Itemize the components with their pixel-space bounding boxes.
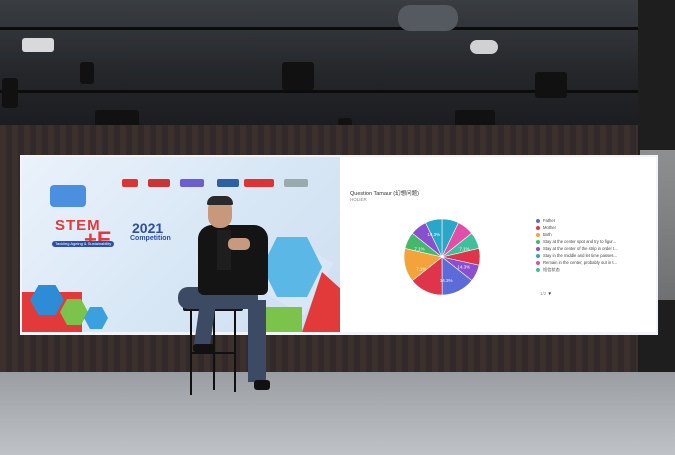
speaker-jacket <box>198 225 268 295</box>
stool-rung <box>190 352 236 354</box>
legend-item: Mother <box>536 224 654 231</box>
legend-label: Stay at the center spot and try to figur… <box>543 239 617 244</box>
pie-label: 7.1% <box>416 267 426 272</box>
poll-pie-chart: 7.1% 14.3% 14.3% 7.1% 7.1% 14.3% <box>403 218 481 296</box>
tagline-badge: Tackling Ageing & Sustainability <box>52 241 115 247</box>
sponsor-logo <box>217 179 239 187</box>
legend-label: Father <box>543 218 556 223</box>
speaker-leg <box>248 300 266 382</box>
ceiling-light <box>22 38 54 52</box>
legend-item: Stay at the center of the strip in order… <box>536 245 654 252</box>
poll-legend: Father Mother Both Stay at the center spot … <box>536 217 654 273</box>
sponsor-logo <box>180 179 204 187</box>
speaker-shirt <box>217 230 231 270</box>
speaker-shoe <box>193 344 215 352</box>
plus-e-logo: +E <box>84 227 112 252</box>
legend-swatch <box>536 239 540 244</box>
legend-item: Stay at the center spot and try to figur… <box>536 238 654 245</box>
poll-question: Question Tamaur (幻想问题) <box>350 191 419 197</box>
legend-label: Stay in the middle and let time passes..… <box>543 253 618 258</box>
legend-label: Mother <box>543 225 557 230</box>
hexagon-decor <box>84 307 108 329</box>
sponsor-logo <box>122 179 138 187</box>
ceiling-vent <box>398 5 458 31</box>
pie-label: 14.3% <box>427 232 440 237</box>
ceiling-light <box>470 40 498 54</box>
speaker <box>2 78 18 108</box>
year-label: 2021 <box>132 220 164 236</box>
legend-item: Stay in the middle and let time passes..… <box>536 252 654 259</box>
robot-illustration <box>50 185 86 207</box>
legend-item: Father <box>536 217 654 224</box>
speaker-hair <box>207 196 233 205</box>
sponsor-logo <box>244 179 274 187</box>
legend-swatch <box>536 260 540 265</box>
pie-label: 14.3% <box>457 265 470 270</box>
legend-item: Both <box>536 231 654 238</box>
legend-label: Remain in the center, probably out in t.… <box>543 260 618 265</box>
legend-label: Stay at the center of the strip in order… <box>543 246 618 251</box>
legend-swatch <box>536 267 540 272</box>
poll-subtitle: HOLIER <box>350 197 367 202</box>
pie-label: 7.1% <box>414 246 424 251</box>
legend-swatch <box>536 246 540 251</box>
sponsor-logo <box>284 179 308 187</box>
spotlight <box>80 62 94 84</box>
ceiling-track <box>0 27 640 30</box>
legend-swatch <box>536 218 540 223</box>
poll-pager[interactable]: 1/2 ▼ <box>540 291 552 296</box>
poll-panel: Question Tamaur (幻想问题) HOLIER 7.1% 14.3% 1… <box>340 157 656 332</box>
legend-swatch <box>536 253 540 258</box>
speaker-shoe <box>254 380 270 390</box>
legend-item: Remain in the center, probably out in t.… <box>536 259 654 266</box>
ceiling <box>0 0 640 125</box>
legend-label: 短信状态 <box>543 267 560 272</box>
legend-swatch <box>536 232 540 237</box>
event-photo: STEM +E 2021 Competition Tackling Ageing… <box>0 0 675 455</box>
speaker-hand <box>228 238 250 250</box>
stool-leg <box>234 310 236 392</box>
pie-label: 7.1% <box>459 246 469 251</box>
sponsor-logo <box>148 179 170 187</box>
green-decor <box>262 307 302 332</box>
legend-item: 短信状态 <box>536 266 654 273</box>
spotlight <box>535 72 567 98</box>
floor <box>0 372 675 455</box>
competition-label: Competition <box>130 235 171 242</box>
pie-label: 14.3% <box>440 278 453 283</box>
legend-label: Both <box>543 232 552 237</box>
legend-swatch <box>536 225 540 230</box>
spotlight <box>282 62 314 90</box>
